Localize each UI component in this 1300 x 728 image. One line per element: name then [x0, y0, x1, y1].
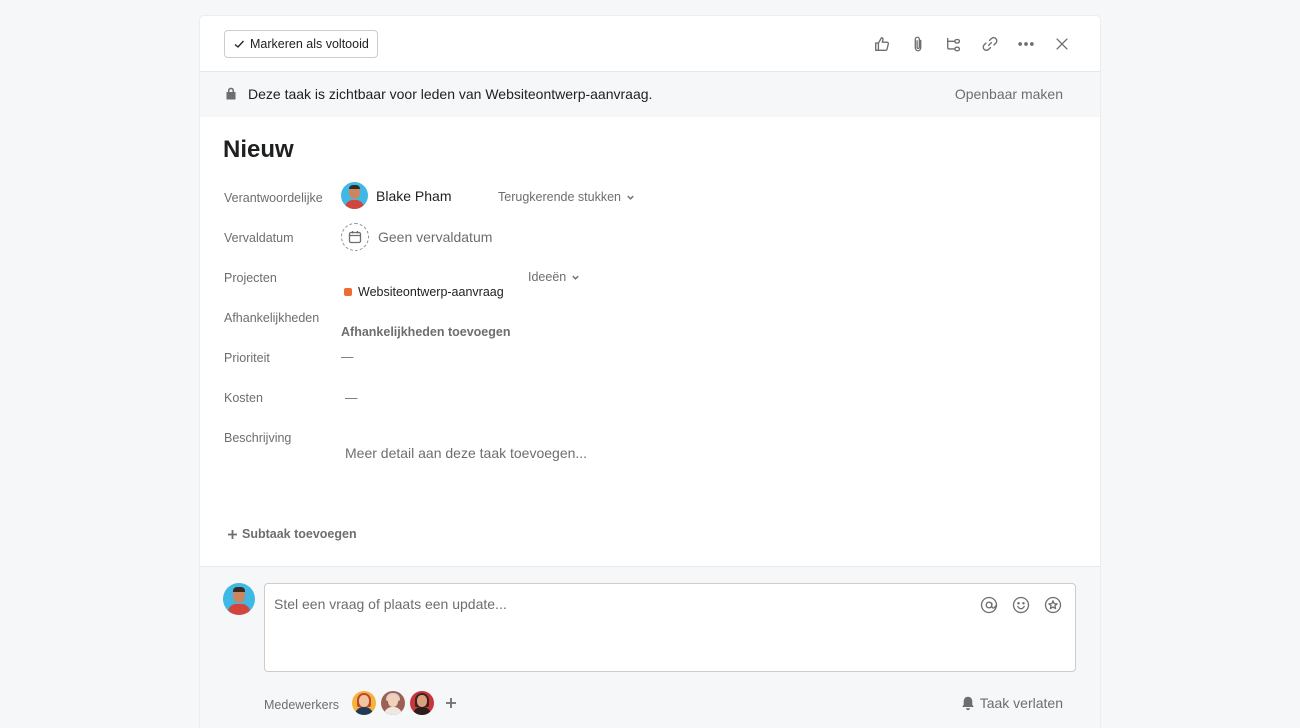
- collaborator-avatar[interactable]: [410, 691, 434, 715]
- copy-link-button[interactable]: [980, 34, 1000, 54]
- due-date-field[interactable]: Geen vervaldatum: [341, 223, 492, 251]
- due-date-value: Geen vervaldatum: [378, 229, 493, 245]
- subtasks-button[interactable]: [944, 34, 964, 54]
- task-detail-panel: Markeren als voltooid Deze taak is zicht…: [200, 16, 1100, 728]
- section-label: Ideeën: [528, 270, 567, 284]
- priority-value[interactable]: —: [341, 350, 354, 364]
- thumbs-up-icon: [875, 37, 890, 51]
- chevron-down-icon: [627, 195, 634, 200]
- recurring-dropdown[interactable]: Terugkerende stukken: [498, 190, 635, 204]
- collaborator-avatar[interactable]: [381, 691, 405, 715]
- avatar: [223, 583, 255, 615]
- cost-label: Kosten: [224, 391, 263, 405]
- more-actions-button[interactable]: [1016, 34, 1036, 54]
- calendar-icon: [341, 223, 369, 251]
- like-button[interactable]: [872, 34, 892, 54]
- task-toolbar: Markeren als voltooid: [200, 16, 1100, 72]
- current-user-avatar: [223, 583, 255, 615]
- at-sign-icon: [980, 596, 998, 614]
- dependencies-label: Afhankelijkheden: [224, 311, 320, 325]
- cost-value[interactable]: —: [345, 391, 358, 405]
- project-pill[interactable]: Websiteontwerp-aanvraag: [344, 285, 504, 299]
- assignee-name: Blake Pham: [376, 187, 452, 204]
- check-icon: [234, 40, 244, 48]
- comment-section: Stel een vraag of plaats een update... M…: [200, 566, 1100, 728]
- avatar: [341, 182, 368, 209]
- collaborators-label: Medewerkers: [264, 698, 340, 712]
- mark-complete-label: Markeren als voltooid: [250, 37, 369, 51]
- lock-icon: [225, 87, 239, 101]
- subtask-icon: [947, 37, 961, 52]
- priority-label: Prioriteit: [224, 351, 270, 365]
- appreciation-button[interactable]: [1044, 596, 1062, 614]
- task-title[interactable]: Nieuw: [223, 136, 294, 164]
- paperclip-icon: [914, 36, 922, 52]
- attach-button[interactable]: [908, 34, 928, 54]
- assignee-label: Verantwoordelijke: [224, 191, 323, 205]
- mention-button[interactable]: [980, 596, 998, 614]
- project-color-dot: [344, 288, 352, 296]
- emoji-icon: [1012, 596, 1030, 614]
- recurring-label: Terugkerende stukken: [498, 190, 621, 204]
- add-subtask-button[interactable]: Subtaak toevoegen: [227, 527, 357, 541]
- projects-label: Projecten: [224, 271, 277, 285]
- plus-icon: [446, 698, 456, 708]
- star-icon: [1044, 596, 1062, 614]
- add-subtask-label: Subtaak toevoegen: [242, 527, 357, 541]
- close-icon: [1056, 38, 1068, 50]
- plus-icon: [228, 529, 237, 539]
- section-dropdown[interactable]: Ideeën: [528, 270, 580, 284]
- collaborator-avatar[interactable]: [352, 691, 376, 715]
- chevron-down-icon: [572, 275, 579, 280]
- due-date-label: Vervaldatum: [224, 231, 294, 245]
- assignee-field[interactable]: Blake Pham: [341, 182, 451, 209]
- project-name: Websiteontwerp-aanvraag: [358, 285, 504, 299]
- description-label: Beschrijving: [224, 431, 292, 445]
- comment-placeholder: Stel een vraag of plaats een update...: [274, 596, 507, 612]
- add-collaborator-button[interactable]: [445, 696, 459, 710]
- make-public-button[interactable]: Openbaar maken: [955, 86, 1063, 102]
- bell-icon: [961, 696, 974, 710]
- emoji-button[interactable]: [1012, 596, 1030, 614]
- link-icon: [982, 36, 998, 52]
- more-icon: [1018, 42, 1034, 46]
- privacy-banner: Deze taak is zichtbaar voor leden van We…: [200, 72, 1100, 117]
- add-dependencies-button[interactable]: Afhankelijkheden toevoegen: [341, 325, 510, 339]
- privacy-text: Deze taak is zichtbaar voor leden van We…: [248, 86, 653, 102]
- close-button[interactable]: [1052, 34, 1072, 54]
- comment-input[interactable]: Stel een vraag of plaats een update...: [264, 583, 1076, 672]
- mark-complete-button[interactable]: Markeren als voltooid: [224, 30, 378, 58]
- leave-task-label: Taak verlaten: [979, 695, 1063, 711]
- leave-task-button[interactable]: Taak verlaten: [961, 695, 1063, 711]
- description-input[interactable]: Meer detail aan deze taak toevoegen...: [345, 445, 587, 461]
